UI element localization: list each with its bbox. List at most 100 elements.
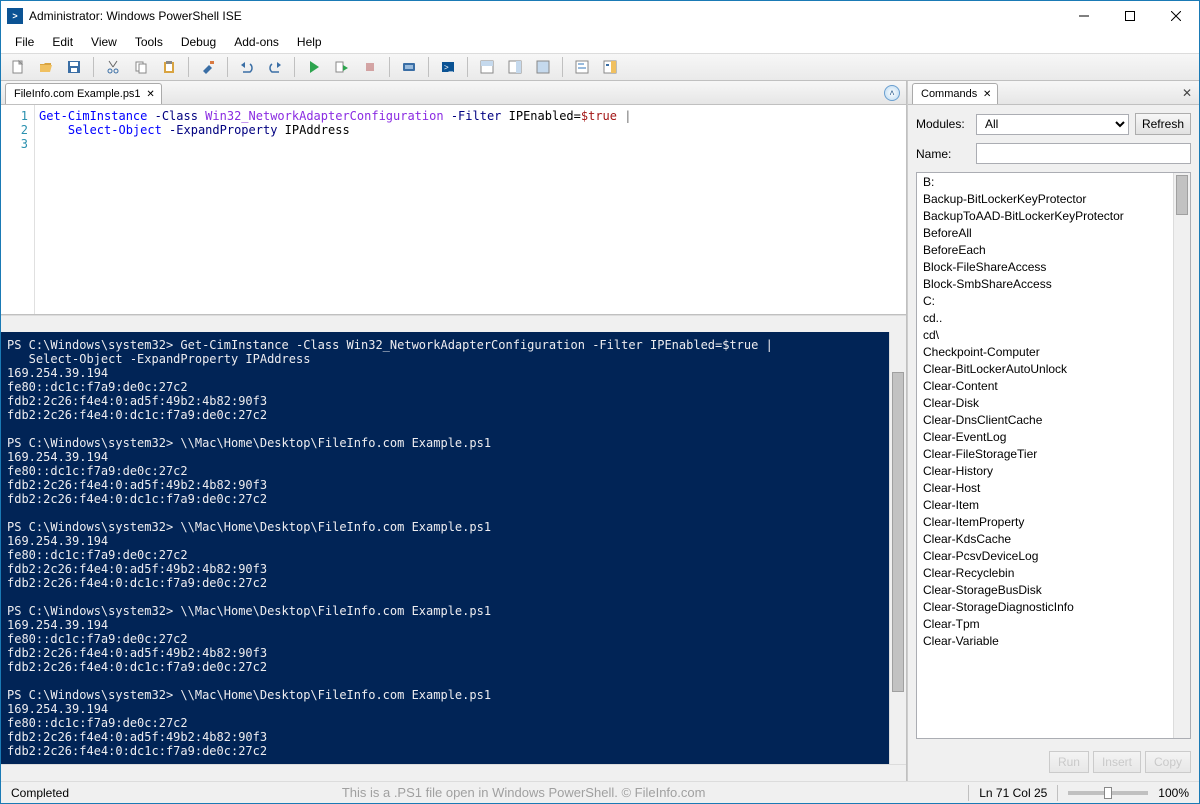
script-editor[interactable]: 1 2 3 Get-CimInstance -Class Win32_Netwo… [1,105,906,315]
clear-button[interactable] [195,55,221,79]
name-input[interactable] [976,143,1191,164]
titlebar: > Administrator: Windows PowerShell ISE [1,1,1199,31]
command-list-item[interactable]: Clear-KdsCache [917,530,1173,547]
toolbar-separator [294,57,295,77]
command-list-item[interactable]: Block-FileShareAccess [917,258,1173,275]
editor-tabstrip: FileInfo.com Example.ps1 ✕ ˄ [1,81,906,105]
cursor-position: Ln 71 Col 25 [979,786,1047,800]
modules-label: Modules: [916,117,970,131]
zoom-label: 100% [1158,786,1189,800]
command-list-item[interactable]: Clear-DnsClientCache [917,411,1173,428]
snippets-button[interactable] [569,55,595,79]
command-list-item[interactable]: Clear-Content [917,377,1173,394]
redo-button[interactable] [262,55,288,79]
close-button[interactable] [1153,1,1199,31]
cut-button[interactable] [100,55,126,79]
command-list-item[interactable]: Clear-StorageDiagnosticInfo [917,598,1173,615]
menu-tools[interactable]: Tools [127,33,171,51]
layout-script-full-button[interactable] [530,55,556,79]
command-list-item[interactable]: Clear-Disk [917,394,1173,411]
window-title: Administrator: Windows PowerShell ISE [29,9,1061,23]
command-list-item[interactable]: cd.. [917,309,1173,326]
menu-addons[interactable]: Add-ons [226,33,287,51]
toolbar-separator [428,57,429,77]
command-list-item[interactable]: BackupToAAD-BitLockerKeyProtector [917,207,1173,224]
toolbar-separator [562,57,563,77]
command-list-item[interactable]: C: [917,292,1173,309]
app-icon: > [7,8,23,24]
watermark-text: This is a .PS1 file open in Windows Powe… [79,785,968,800]
command-list-item[interactable]: Clear-BitLockerAutoUnlock [917,360,1173,377]
command-list-item[interactable]: Checkpoint-Computer [917,343,1173,360]
remote-button[interactable] [396,55,422,79]
editor-tab[interactable]: FileInfo.com Example.ps1 ✕ [5,83,162,104]
command-list-item[interactable]: B: [917,173,1173,190]
command-list-item[interactable]: Clear-StorageBusDisk [917,581,1173,598]
command-list-item[interactable]: Clear-FileStorageTier [917,445,1173,462]
command-list-item[interactable]: Clear-EventLog [917,428,1173,445]
copy-command-button[interactable]: Copy [1145,751,1191,773]
menu-view[interactable]: View [83,33,125,51]
console-pane[interactable]: PS C:\Windows\system32> Get-CimInstance … [1,332,889,764]
close-pane-icon[interactable]: ✕ [1179,85,1195,101]
modules-select[interactable]: All [976,114,1129,135]
open-button[interactable] [33,55,59,79]
command-list-item[interactable]: cd\ [917,326,1173,343]
stop-button[interactable] [357,55,383,79]
menu-edit[interactable]: Edit [44,33,81,51]
undo-button[interactable] [234,55,260,79]
menu-debug[interactable]: Debug [173,33,224,51]
command-list-item[interactable]: Clear-Tpm [917,615,1173,632]
close-tab-icon[interactable]: ✕ [981,88,993,100]
run-selection-button[interactable] [329,55,355,79]
console-horizontal-scrollbar[interactable] [1,764,906,781]
console-vertical-scrollbar[interactable] [889,332,906,764]
command-list-item[interactable]: Clear-ItemProperty [917,513,1173,530]
command-list-item[interactable]: Clear-Host [917,479,1173,496]
command-list-item[interactable]: Clear-Variable [917,632,1173,649]
menu-help[interactable]: Help [289,33,330,51]
command-addon-button[interactable] [597,55,623,79]
refresh-button[interactable]: Refresh [1135,113,1191,135]
toolbar-separator [188,57,189,77]
command-list-item[interactable]: BeforeEach [917,241,1173,258]
collapse-editor-icon[interactable]: ˄ [884,85,900,101]
paste-button[interactable] [156,55,182,79]
statusbar: Completed This is a .PS1 file open in Wi… [1,781,1199,803]
toolbar-separator [467,57,468,77]
zoom-slider[interactable] [1068,791,1148,795]
run-command-button[interactable]: Run [1049,751,1089,773]
name-label: Name: [916,147,970,161]
layout-script-top-button[interactable] [474,55,500,79]
svg-text:>_: >_ [444,63,454,72]
close-tab-icon[interactable]: ✕ [145,88,157,100]
command-list-item[interactable]: Backup-BitLockerKeyProtector [917,190,1173,207]
command-list-item[interactable]: Clear-History [917,462,1173,479]
minimize-button[interactable] [1061,1,1107,31]
menu-file[interactable]: File [7,33,42,51]
maximize-button[interactable] [1107,1,1153,31]
editor-tab-label: FileInfo.com Example.ps1 [14,88,141,100]
command-list-item[interactable]: BeforeAll [917,224,1173,241]
save-button[interactable] [61,55,87,79]
editor-horizontal-scrollbar[interactable] [1,315,906,332]
copy-button[interactable] [128,55,154,79]
line-gutter: 1 2 3 [1,105,35,314]
code-area[interactable]: Get-CimInstance -Class Win32_NetworkAdap… [35,105,906,314]
run-button[interactable] [301,55,327,79]
powershell-tab-button[interactable]: >_ [435,55,461,79]
commands-pane: Commands ✕ ✕ Modules: All Refresh Name: … [907,81,1199,781]
command-list-item[interactable]: Clear-Recyclebin [917,564,1173,581]
layout-script-right-button[interactable] [502,55,528,79]
toolbar-separator [389,57,390,77]
new-button[interactable] [5,55,31,79]
commands-tab-label: Commands [921,88,977,100]
command-list-scrollbar[interactable] [1173,173,1190,738]
command-list-item[interactable]: Clear-Item [917,496,1173,513]
command-list-item[interactable]: Clear-PcsvDeviceLog [917,547,1173,564]
toolbar-separator [227,57,228,77]
command-list-item[interactable]: Block-SmbShareAccess [917,275,1173,292]
command-list[interactable]: B:Backup-BitLockerKeyProtectorBackupToAA… [917,173,1173,738]
commands-tab[interactable]: Commands ✕ [912,83,998,104]
insert-command-button[interactable]: Insert [1093,751,1141,773]
